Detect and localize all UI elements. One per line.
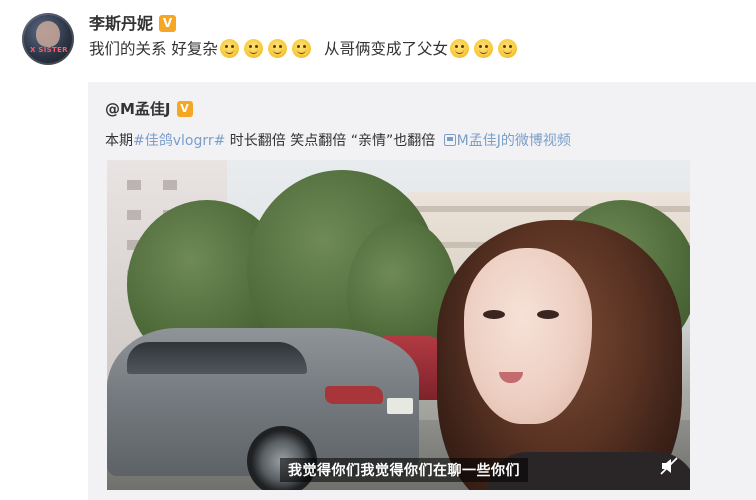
verified-badge-icon: V — [176, 101, 193, 117]
smiley-emoji-icon — [498, 39, 518, 58]
smiley-emoji-icon — [244, 39, 264, 58]
video-person-face — [464, 248, 592, 424]
mute-icon[interactable] — [659, 456, 679, 476]
post-text-part1: 我们的关系 好复杂 — [89, 40, 218, 58]
verified-badge-icon: V — [159, 15, 177, 32]
post-username[interactable]: 李斯丹妮 V — [89, 10, 177, 34]
video-player[interactable]: 我觉得你们我觉得你们在聊一些你们 — [107, 160, 690, 490]
repost-card: @M孟佳J V 本期#佳鸽vlogrr# 时长翻倍 笑点翻倍 “亲情”也翻倍 M孟… — [88, 82, 756, 500]
video-link-text: M孟佳J的微博视频 — [456, 133, 571, 149]
smiley-emoji-icon — [268, 39, 288, 58]
avatar-label: X SISTER — [30, 46, 68, 54]
video-subtitle: 我觉得你们我觉得你们在聊一些你们 — [280, 458, 528, 482]
repost-text-prefix: 本期 — [105, 133, 133, 149]
post-text-part2: 从哥俩变成了父女 — [323, 40, 448, 58]
repost-text-body: 时长翻倍 笑点翻倍 “亲情”也翻倍 — [225, 133, 440, 149]
post-username-text: 李斯丹妮 — [89, 14, 154, 33]
video-link[interactable]: M孟佳J的微博视频 — [440, 133, 571, 149]
video-link-icon — [443, 134, 456, 146]
post-text: 我们的关系 好复杂 从哥俩变成了父女 — [89, 38, 520, 60]
avatar[interactable]: X SISTER — [22, 13, 74, 65]
repost-username[interactable]: @M孟佳J V — [105, 98, 193, 119]
video-car — [107, 328, 419, 490]
smiley-emoji-icon — [450, 39, 470, 58]
repost-text: 本期#佳鸽vlogrr# 时长翻倍 笑点翻倍 “亲情”也翻倍 M孟佳J的微博视频 — [105, 130, 571, 150]
smiley-emoji-icon — [220, 39, 240, 58]
repost-username-text: @M孟佳J — [105, 100, 171, 118]
smiley-emoji-icon — [474, 39, 494, 58]
topic-link[interactable]: #佳鸽vlogrr# — [133, 133, 225, 149]
smiley-emoji-icon — [292, 39, 312, 58]
